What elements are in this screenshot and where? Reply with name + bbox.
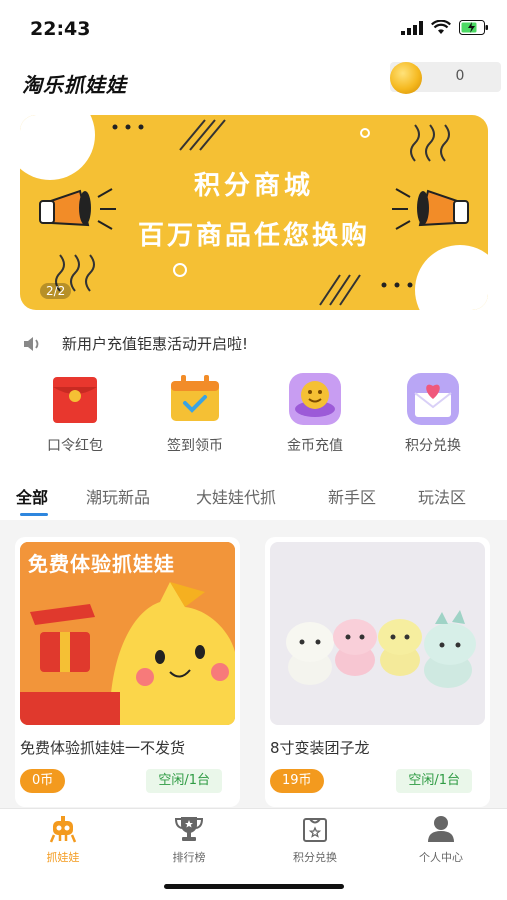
user-icon	[426, 815, 456, 843]
quick-item-checkin[interactable]: 签到领币	[140, 373, 250, 455]
product-name: 8寸变装团子龙	[270, 739, 370, 757]
tab-trendy-new[interactable]: 潮玩新品	[86, 484, 150, 508]
claw-robot-icon	[48, 815, 78, 843]
home-indicator	[164, 884, 344, 889]
trophy-icon	[174, 815, 204, 843]
quick-label: 积分兑换	[405, 438, 461, 454]
wifi-icon	[431, 20, 451, 34]
product-card[interactable]: 免费体验抓娃娃 免费体验抓娃娃一不发货 0币 空闲/1台	[15, 537, 240, 807]
coin-count: 0	[455, 68, 465, 84]
tabbar-label: 排行榜	[172, 851, 206, 864]
tab-big-doll-proxy[interactable]: 大娃娃代抓	[196, 484, 276, 508]
tabbar-item-profile[interactable]: 个人中心	[378, 815, 504, 865]
tabbar-item-points-exchange[interactable]: 积分兑换	[252, 815, 378, 865]
coin-recharge-icon	[289, 373, 341, 425]
quick-item-coin-recharge[interactable]: 金币充值	[260, 373, 370, 455]
banner-title: 积分商城	[193, 171, 314, 201]
product-image	[270, 542, 485, 725]
price-tag: 0币	[20, 769, 66, 793]
quick-item-red-envelope[interactable]: 口令红包	[20, 373, 130, 455]
tab-gameplay-zone[interactable]: 玩法区	[418, 484, 466, 508]
tab-newbie-zone[interactable]: 新手区	[328, 484, 376, 508]
product-image: 免费体验抓娃娃	[20, 542, 235, 725]
availability-tag: 空闲/1台	[396, 769, 472, 793]
header: 淘乐抓娃娃 0	[0, 55, 507, 105]
plush-dragon-yellow	[378, 619, 422, 676]
battery-icon	[459, 20, 488, 35]
price-tag: 19币	[270, 769, 324, 793]
tab-all[interactable]: 全部	[16, 484, 48, 508]
app-title: 淘乐抓娃娃	[22, 73, 127, 97]
heart-envelope-icon	[407, 373, 459, 425]
notice-text: 新用户充值钜惠活动开启啦!	[62, 335, 249, 353]
quick-menu: 口令红包 签到领币 金币充值 积分兑换	[0, 373, 507, 463]
red-envelope-icon	[49, 373, 101, 425]
availability-tag: 空闲/1台	[146, 769, 222, 793]
tabbar-item-claw[interactable]: 抓娃娃	[0, 815, 126, 865]
speaker-icon	[24, 337, 39, 351]
product-name: 免费体验抓娃娃一不发货	[20, 739, 186, 757]
active-tab-underline	[20, 513, 48, 516]
coin-balance[interactable]: 0	[390, 62, 501, 94]
card-banner-text: 免费体验抓娃娃	[28, 552, 175, 576]
calendar-checkin-icon	[169, 373, 221, 425]
signal-icon	[401, 20, 423, 35]
category-tabs: 全部 潮玩新品 大娃娃代抓 新手区 玩法区	[0, 480, 507, 520]
tabbar-label: 抓娃娃	[46, 851, 80, 864]
plush-dragon-white	[286, 622, 334, 685]
plush-dragon-pink	[333, 619, 377, 676]
banner-subtitle: 百万商品任您换购	[137, 221, 370, 251]
notice-bar[interactable]: 新用户充值钜惠活动开启啦!	[0, 325, 507, 361]
shopping-bag-icon	[300, 815, 330, 843]
tabbar-label: 积分兑换	[293, 851, 337, 864]
promo-banner[interactable]: 积分商城 百万商品任您换购 2/2	[20, 115, 488, 310]
quick-label: 口令红包	[47, 438, 103, 454]
quick-label: 金币充值	[287, 438, 343, 454]
quick-label: 签到领币	[167, 438, 223, 454]
status-time: 22:43	[30, 18, 91, 40]
product-card[interactable]: 8寸变装团子龙 19币 空闲/1台	[265, 537, 490, 807]
plush-dragon-mint	[424, 610, 476, 688]
banner-decoration	[20, 115, 488, 310]
coin-icon	[390, 62, 422, 94]
tabbar-item-ranking[interactable]: 排行榜	[126, 815, 252, 865]
quick-item-points-exchange[interactable]: 积分兑换	[378, 373, 488, 455]
banner-page-indicator: 2/2	[40, 283, 72, 299]
status-icons	[401, 20, 489, 35]
status-bar: 22:43	[0, 0, 507, 52]
tabbar-label: 个人中心	[419, 851, 463, 864]
